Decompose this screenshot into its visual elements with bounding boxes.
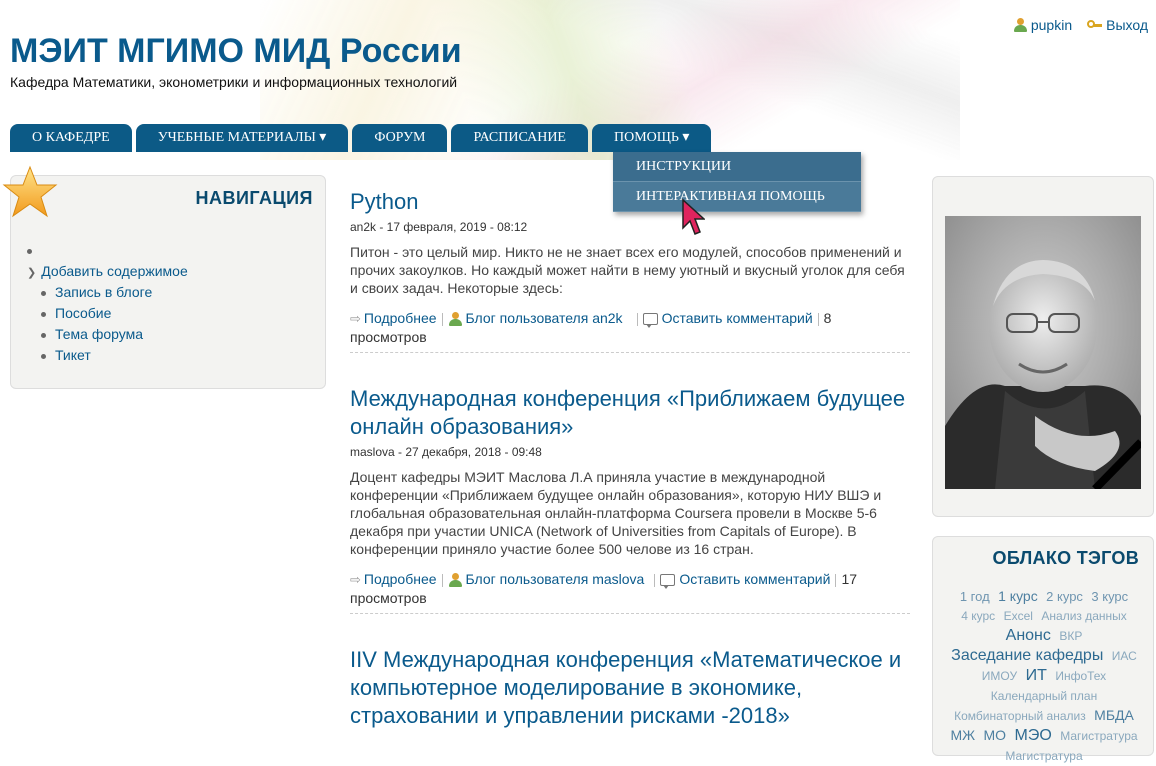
nav-subitem-manual[interactable]: Пособие — [27, 303, 188, 324]
node-title[interactable]: Python — [350, 188, 910, 216]
add-comment-link[interactable]: Оставить комментарий — [679, 571, 830, 587]
tag-link[interactable]: Заседание кафедры — [951, 647, 1103, 664]
keys-icon — [1086, 18, 1103, 32]
tag-link[interactable]: Анализ данных — [1041, 609, 1126, 623]
memorial-portrait — [945, 216, 1141, 489]
logout-label: Выход — [1106, 17, 1148, 33]
views-count: 17 — [841, 571, 858, 587]
comment-icon — [642, 313, 658, 329]
divider — [654, 573, 656, 587]
menu-item-about[interactable]: О КАФЕДРЕ — [10, 124, 132, 152]
tag-link[interactable]: 2 курс — [1046, 589, 1083, 604]
site-title[interactable]: МЭИТ МГИМО МИД России — [10, 32, 462, 71]
tag-link[interactable]: Календарный план — [991, 689, 1097, 703]
bullet-icon — [41, 290, 46, 296]
user-bar: pupkin Выход — [1013, 17, 1148, 33]
user-blog-link[interactable]: Блог пользователя maslova — [466, 571, 645, 587]
tag-link[interactable]: Комбинаторный анализ — [954, 709, 1086, 723]
node-python: Python an2k - 17 февраля, 2019 - 08:12 П… — [350, 188, 910, 353]
divider — [817, 312, 819, 326]
tag-cloud: 1 год 1 курс 2 курс 3 курс 4 курс Excel … — [939, 587, 1149, 766]
nav-subitem-forum-topic[interactable]: Тема форума — [27, 324, 188, 345]
tag-cloud-title: ОБЛАКО ТЭГОВ — [992, 548, 1139, 568]
tag-link[interactable]: 4 курс — [961, 609, 995, 623]
tag-link[interactable]: ИМОУ — [982, 669, 1017, 683]
star-icon — [2, 165, 58, 218]
node-conference: Международная конференция «Приближаем бу… — [350, 385, 910, 614]
tag-link[interactable]: МБДА — [1094, 707, 1134, 723]
menu-item-schedule[interactable]: РАСПИСАНИЕ — [451, 124, 588, 152]
divider — [441, 573, 443, 587]
add-comment-link[interactable]: Оставить комментарий — [662, 310, 813, 326]
dropdown-item-instructions[interactable]: ИНСТРУКЦИИ — [613, 152, 861, 182]
tag-link[interactable]: ИнфоТех — [1055, 669, 1106, 683]
menu-item-materials[interactable]: УЧЕБНЫЕ МАТЕРИАЛЫ ▾ — [135, 124, 349, 152]
user-blog-link[interactable]: Блог пользователя an2k — [466, 310, 623, 326]
tag-link[interactable]: 1 курс — [998, 588, 1038, 604]
read-more-link[interactable]: Подробнее — [364, 571, 437, 587]
divider — [835, 573, 837, 587]
arrow-right-icon: ⇨ — [350, 572, 361, 587]
views-label: просмотров — [350, 329, 427, 345]
nav-subitem-label: Запись в блоге — [55, 284, 153, 300]
nav-subitem-label: Тикет — [55, 347, 91, 363]
navigation-block: НАВИГАЦИЯ ❯ Добавить содержимое Запись в … — [2, 165, 326, 389]
username: pupkin — [1030, 17, 1073, 33]
nav-add-content-label: Добавить содержимое — [41, 263, 188, 279]
bullet-icon — [41, 332, 46, 338]
nav-subitem-label: Пособие — [55, 305, 112, 321]
photo-block — [932, 176, 1154, 517]
views-count: 8 — [823, 310, 832, 326]
divider — [441, 312, 443, 326]
node-links: ⇨ Подробнее Блог пользователя maslova Остав… — [350, 570, 910, 614]
tag-link[interactable]: ИТ — [1026, 667, 1047, 684]
menu-item-help[interactable]: ПОМОЩЬ ▾ — [591, 124, 712, 152]
user-icon — [1013, 18, 1027, 32]
site-slogan: Кафедра Математики, эконометрики и инфор… — [10, 74, 458, 90]
arrow-right-icon: ⇨ — [350, 311, 361, 326]
tag-link[interactable]: ИАС — [1112, 649, 1137, 663]
divider — [636, 312, 638, 326]
tag-link[interactable]: 3 курс — [1091, 589, 1128, 604]
navigation-list: ❯ Добавить содержимое Запись в блоге Посо… — [27, 240, 188, 366]
views-label: просмотров — [350, 590, 427, 606]
node-title[interactable]: IIV Международная конференция «Математич… — [350, 646, 910, 730]
menu-item-forum[interactable]: ФОРУМ — [352, 124, 448, 152]
node-meta: maslova - 27 декабря, 2018 - 09:48 — [350, 445, 542, 459]
user-icon — [448, 573, 462, 588]
tag-link[interactable]: Excel — [1004, 609, 1033, 623]
nav-item-add-content[interactable]: ❯ Добавить содержимое — [27, 261, 188, 282]
node-meta: an2k - 17 февраля, 2019 - 08:12 — [350, 220, 528, 234]
logout-link[interactable]: Выход — [1086, 17, 1148, 33]
tag-link[interactable]: 1 год — [960, 589, 990, 604]
bullet-icon — [41, 353, 46, 359]
navigation-title: НАВИГАЦИЯ — [195, 188, 313, 208]
tag-link[interactable]: МЭО — [1015, 727, 1052, 744]
main-menu: О КАФЕДРЕ УЧЕБНЫЕ МАТЕРИАЛЫ ▾ ФОРУМ РАСП… — [10, 124, 712, 152]
bullet-icon — [27, 248, 32, 254]
tag-link[interactable]: Анонс — [1006, 627, 1051, 644]
node-body: Доцент кафедры МЭИТ Маслова Л.А приняла … — [350, 469, 882, 557]
node-body: Питон - это целый мир. Никто не не знает… — [350, 244, 905, 296]
user-icon — [448, 312, 462, 327]
comment-icon — [660, 574, 676, 590]
tag-cloud-block: ОБЛАКО ТЭГОВ 1 год 1 курс 2 курс 3 курс … — [932, 536, 1154, 763]
nav-empty-item — [27, 240, 188, 261]
nav-subitem-blog-post[interactable]: Запись в блоге — [27, 282, 188, 303]
node-iiv-conference: IIV Международная конференция «Математич… — [350, 646, 910, 730]
main-content: Python an2k - 17 февраля, 2019 - 08:12 П… — [350, 188, 910, 730]
nav-subitem-label: Тема форума — [55, 326, 144, 342]
bullet-icon — [41, 311, 46, 317]
chevron-down-icon: ❯ — [27, 267, 37, 279]
node-title[interactable]: Международная конференция «Приближаем бу… — [350, 385, 910, 441]
node-links: ⇨ Подробнее Блог пользователя an2k Оставить… — [350, 309, 910, 353]
read-more-link[interactable]: Подробнее — [364, 310, 437, 326]
nav-subitem-ticket[interactable]: Тикет — [27, 345, 188, 366]
tag-link[interactable]: Магистратура — [1005, 749, 1082, 763]
profile-link[interactable]: pupkin — [1013, 17, 1072, 33]
tag-link[interactable]: ВКР — [1059, 629, 1082, 643]
